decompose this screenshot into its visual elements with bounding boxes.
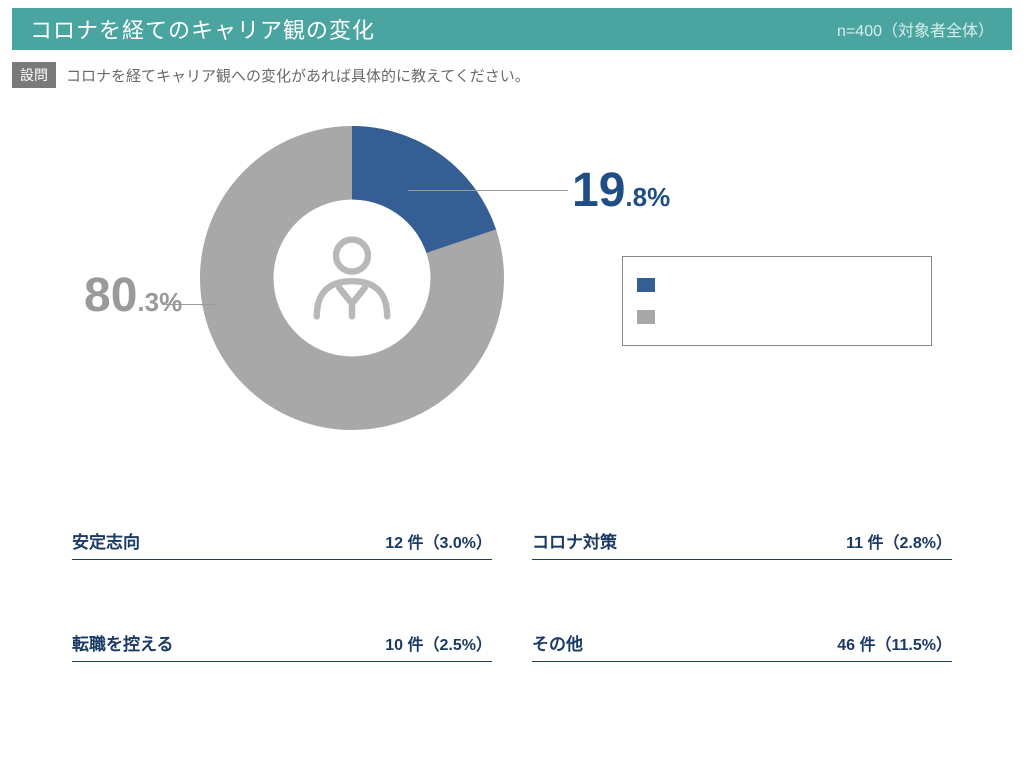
page-title: コロナを経てのキャリア観の変化 xyxy=(30,13,375,45)
pct-label-blue: 19.8% xyxy=(572,163,670,218)
item-count: 12 件（3.0%） xyxy=(385,529,492,553)
legend-swatch-blue xyxy=(637,278,655,292)
legend-swatch-gray xyxy=(637,310,655,324)
item-name: その他 xyxy=(532,630,583,655)
item-row: コロナ対策 11 件（2.8%） xyxy=(532,528,952,560)
item-count: 10 件（2.5%） xyxy=(385,631,492,655)
pct-gray-sym: % xyxy=(159,287,182,317)
pct-gray-dec: .3 xyxy=(137,287,159,317)
header-bar: コロナを経てのキャリア観の変化 n=400（対象者全体） xyxy=(12,8,1012,50)
pct-blue-sym: % xyxy=(647,182,670,212)
items-grid: 安定志向 12 件（3.0%） コロナ対策 11 件（2.8%） 転職を控える … xyxy=(12,528,1012,662)
chart-area: 19.8% 80.3% xyxy=(12,108,1012,488)
pct-label-gray: 80.3% xyxy=(84,268,182,323)
item-row: その他 46 件（11.5%） xyxy=(532,630,952,662)
sample-size: n=400（対象者全体） xyxy=(837,17,994,41)
pct-blue-dec: .8 xyxy=(625,182,647,212)
item-count: 11 件（2.8%） xyxy=(846,529,952,553)
item-name: 転職を控える xyxy=(72,630,174,655)
pct-blue-int: 19 xyxy=(572,164,625,217)
question-text: コロナを経てキャリア観への変化があれば具体的に教えてください。 xyxy=(66,65,530,86)
legend-row-gray xyxy=(637,310,917,324)
donut-svg xyxy=(192,118,512,438)
question-badge: 設問 xyxy=(12,62,56,88)
leader-line-blue xyxy=(408,190,568,191)
donut-chart xyxy=(192,118,512,438)
item-row: 転職を控える 10 件（2.5%） xyxy=(72,630,492,662)
item-count: 46 件（11.5%） xyxy=(837,631,952,655)
question-row: 設問 コロナを経てキャリア観への変化があれば具体的に教えてください。 xyxy=(12,62,1012,88)
item-name: コロナ対策 xyxy=(532,528,617,553)
legend-box xyxy=(622,256,932,346)
item-row: 安定志向 12 件（3.0%） xyxy=(72,528,492,560)
legend-row-blue xyxy=(637,278,917,292)
item-name: 安定志向 xyxy=(72,528,140,553)
pct-gray-int: 80 xyxy=(84,269,137,322)
